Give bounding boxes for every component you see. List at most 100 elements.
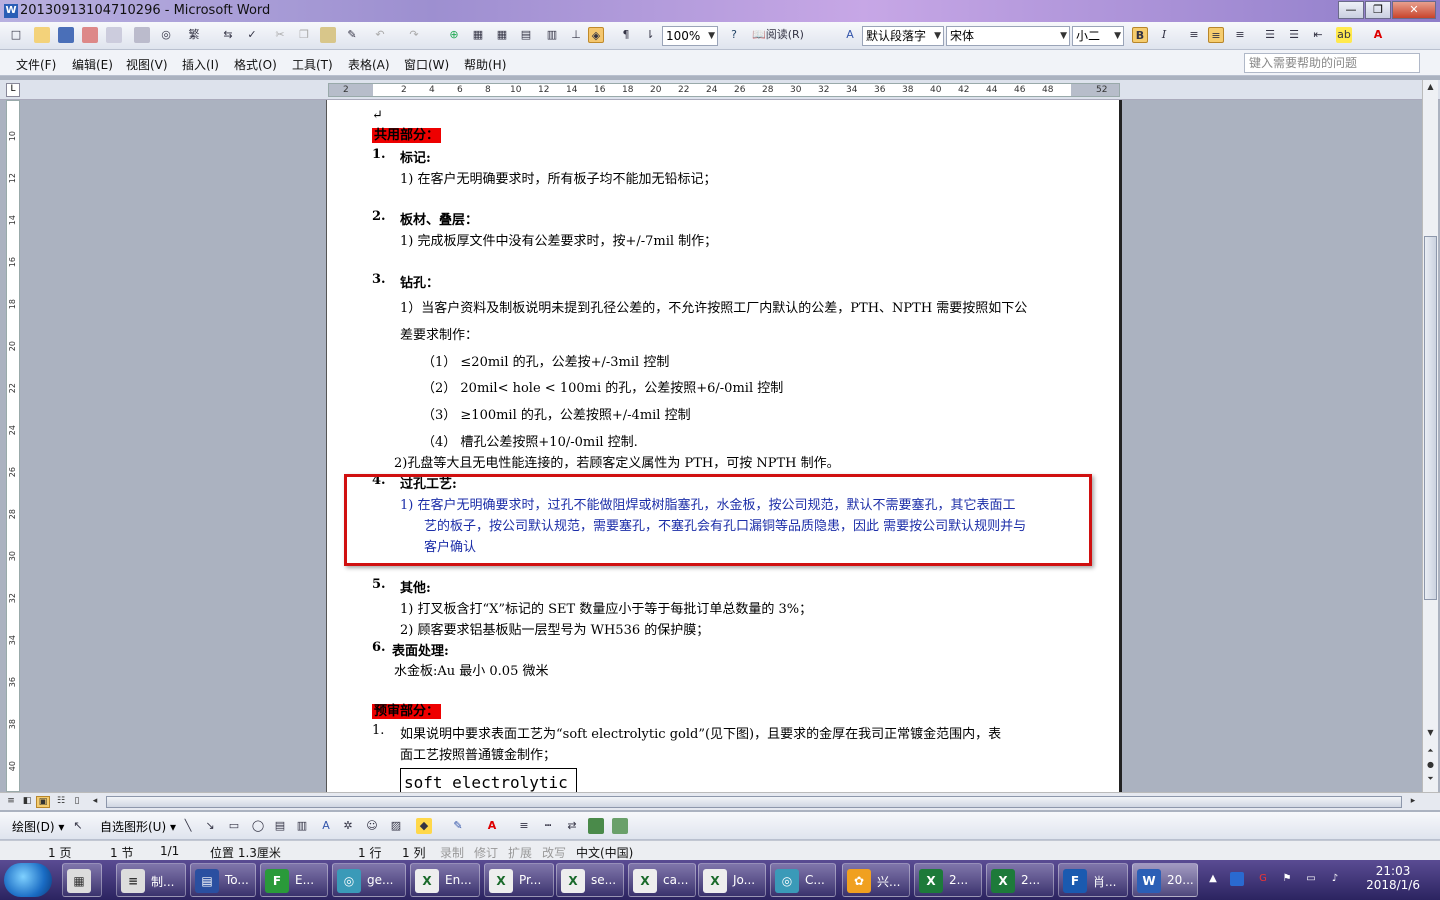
line-color-icon[interactable]: ✎ [450, 818, 466, 834]
taskbar-item[interactable]: Xca... [628, 863, 696, 897]
picture-icon[interactable]: ▨ [388, 818, 404, 834]
new-document-icon[interactable]: □ [8, 27, 24, 43]
taskbar-item-active[interactable]: W 20... [1132, 863, 1198, 897]
wordart-icon[interactable]: A [318, 818, 334, 834]
taskbar-item[interactable]: X Pr... [484, 863, 554, 897]
tray-app-icon[interactable] [1230, 872, 1244, 886]
insert-excel-icon[interactable]: ▤ [518, 27, 534, 43]
reading-mode-button[interactable]: 📖阅读(R) [752, 27, 822, 43]
menu-view[interactable]: 视图(V) [126, 56, 168, 73]
taskbar-item[interactable]: X 2... [914, 863, 982, 897]
menu-format[interactable]: 格式(O) [234, 56, 277, 73]
align-center-icon[interactable]: ≡ [1208, 27, 1224, 43]
start-button[interactable] [4, 863, 52, 897]
menu-tools[interactable]: 工具(T) [292, 56, 333, 73]
text-box-icon[interactable]: ▤ [272, 818, 288, 834]
hscroll-thumb[interactable] [106, 796, 1402, 808]
cut-icon[interactable]: ✂ [272, 27, 288, 43]
decrease-indent-icon[interactable]: ⇤ [1310, 27, 1326, 43]
status-extend[interactable]: 扩展 [508, 844, 532, 861]
minimize-button[interactable]: — [1338, 1, 1364, 19]
show-marks-icon[interactable]: ⇂ [642, 27, 658, 43]
reading-view-icon[interactable]: ▯ [70, 796, 84, 808]
font-select[interactable]: 宋体 ▼ [946, 26, 1070, 46]
paste-icon[interactable] [320, 27, 336, 43]
scroll-thumb[interactable] [1424, 236, 1437, 600]
outline-view-icon[interactable]: ☷ [54, 796, 68, 808]
web-layout-icon[interactable]: ◧ [20, 796, 34, 808]
diagram-icon[interactable]: ✲ [340, 818, 356, 834]
show-hide-icon[interactable]: ¶ [618, 27, 634, 43]
show-hidden-icons-icon[interactable]: ▲ [1206, 872, 1220, 886]
vertical-text-box-icon[interactable]: ▥ [294, 818, 310, 834]
scroll-up-icon[interactable]: ▲ [1424, 82, 1437, 96]
clip-art-icon[interactable]: ☺ [364, 818, 380, 834]
rectangle-icon[interactable]: ▭ [226, 818, 242, 834]
menu-window[interactable]: 窗口(W) [404, 56, 449, 73]
taskbar-calculator[interactable]: ▦ [62, 863, 102, 897]
document-map-icon[interactable]: ◈ [588, 27, 604, 43]
arrow-icon[interactable]: ↘ [202, 818, 218, 834]
bullets-icon[interactable]: ☰ [1286, 27, 1302, 43]
vertical-scrollbar[interactable]: ▲ ▼ ⏶ ● ⏷ [1422, 80, 1438, 792]
previous-page-icon[interactable]: ⏶ [1424, 746, 1437, 760]
taskbar-item[interactable]: X En... [410, 863, 480, 897]
select-objects-icon[interactable]: ↖ [70, 818, 86, 834]
taskbar-item[interactable]: ≡ 制... [116, 863, 186, 897]
permission-icon[interactable] [82, 27, 98, 43]
scroll-down-icon[interactable]: ▼ [1424, 728, 1437, 742]
hyperlink-icon[interactable]: ⊕ [446, 27, 462, 43]
autoshapes-button[interactable]: 自选图形(U) ▾ [100, 818, 176, 835]
taskbar-item[interactable]: Xse... [556, 863, 624, 897]
help-icon[interactable]: ? [726, 27, 742, 43]
action-center-icon[interactable]: ⚑ [1280, 872, 1294, 886]
fill-color-icon[interactable]: ◆ [416, 818, 432, 834]
menu-edit[interactable]: 编辑(E) [72, 56, 113, 73]
font-size-select[interactable]: 小二 ▼ [1072, 26, 1124, 46]
help-search-input[interactable]: 键入需要帮助的问题 [1244, 53, 1420, 73]
select-browse-object-icon[interactable]: ● [1424, 760, 1437, 774]
line-icon[interactable]: ╲ [180, 818, 196, 834]
taskbar-item[interactable]: ◎ C... [770, 863, 836, 897]
close-button[interactable]: ✕ [1392, 1, 1436, 19]
menu-table[interactable]: 表格(A) [348, 56, 390, 73]
taskbar-item[interactable]: F 肖... [1058, 863, 1128, 897]
scroll-right-icon[interactable]: ▸ [1406, 796, 1420, 808]
font-color-icon[interactable]: A [1370, 27, 1386, 43]
undo-icon[interactable]: ↶ [372, 27, 388, 43]
clock[interactable]: 21:03 2018/1/6 [1366, 864, 1420, 892]
save-icon[interactable] [58, 27, 74, 43]
taskbar-item[interactable]: ◎ ge... [332, 863, 406, 897]
columns-icon[interactable]: ▥ [544, 27, 560, 43]
style-select[interactable]: 默认段落字 ▼ [862, 26, 944, 46]
menu-help[interactable]: 帮助(H) [464, 56, 506, 73]
bold-button[interactable]: B [1132, 27, 1148, 43]
status-record[interactable]: 录制 [440, 844, 464, 861]
oval-icon[interactable]: ◯ [250, 818, 266, 834]
horizontal-ruler[interactable]: 2 2 4 6 8 10 12 14 16 18 20 22 24 26 28 … [328, 83, 1120, 97]
highlight-icon[interactable]: ab [1336, 27, 1352, 43]
status-overtype[interactable]: 改写 [542, 844, 566, 861]
drawing-icon[interactable]: ⊥ [568, 27, 584, 43]
arrow-style-icon[interactable]: ⇄ [564, 818, 580, 834]
tray-security-icon[interactable]: G [1256, 872, 1270, 886]
network-icon[interactable]: ▭ [1304, 872, 1318, 886]
line-style-icon[interactable]: ≡ [516, 818, 532, 834]
draw-font-color-icon[interactable]: A [484, 818, 500, 834]
tab-selector-icon[interactable]: L [6, 83, 20, 97]
normal-view-icon[interactable]: ≡ [4, 796, 18, 808]
volume-icon[interactable]: ♪ [1328, 872, 1342, 886]
next-page-icon[interactable]: ⏷ [1424, 774, 1437, 788]
taskbar-item[interactable]: ✿ 兴... [842, 863, 910, 897]
draw-menu-button[interactable]: 绘图(D) ▾ [12, 818, 64, 835]
zoom-select[interactable]: 100% ▼ [662, 26, 718, 46]
maximize-button[interactable]: ❐ [1365, 1, 1391, 19]
scroll-left-icon[interactable]: ◂ [88, 796, 102, 808]
3d-style-icon[interactable] [612, 818, 628, 834]
menu-file[interactable]: 文件(F) [16, 56, 56, 73]
taskbar-item[interactable]: ▤ To... [190, 863, 256, 897]
print-preview-icon[interactable]: ◎ [158, 27, 174, 43]
email-icon[interactable] [106, 27, 122, 43]
copy-icon[interactable]: ❐ [296, 27, 312, 43]
taskbar-item[interactable]: X 2... [986, 863, 1054, 897]
